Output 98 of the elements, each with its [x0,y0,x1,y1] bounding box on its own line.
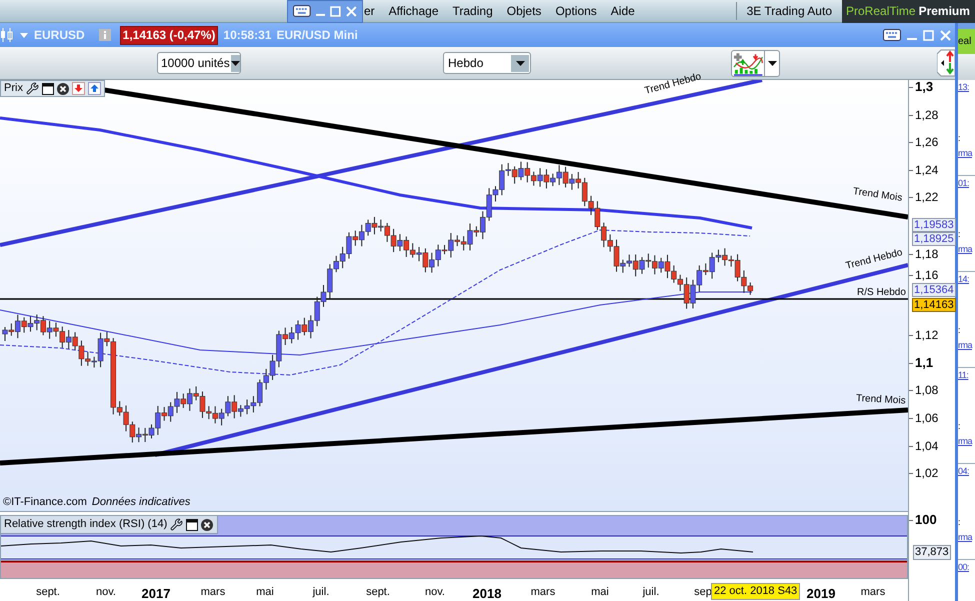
time-axis-label: juil. [642,585,660,600]
price-value-label: 1,15364 [912,283,956,297]
trend-line-label: Trend Mois [852,186,903,204]
rsi-axis-label: 100 [915,512,937,528]
price-axis-label: 1,02 [915,465,938,481]
time-axis-label: sep [694,585,712,600]
time-link[interactable]: 11: [958,369,975,382]
time-link[interactable]: 13: [958,81,975,94]
maximize-icon[interactable] [330,6,342,16]
price-axis-label: 1,06 [915,410,938,426]
panel-label: Relative strength index (RSI) (14) [4,517,168,532]
menu-item[interactable]: Aide [610,2,635,20]
time-link[interactable]: 14: [958,273,975,286]
time-axis-label: nov. [96,585,116,600]
price-axis-label: 1,28 [915,107,938,123]
time-axis-label: mars [530,585,556,600]
window-title: EUR/USD Mini [276,27,358,44]
price-axis-label: 1,12 [915,327,938,343]
panel-label: Prix [4,81,23,96]
caret-icon[interactable] [20,32,28,38]
menu-item[interactable]: Objets [506,2,542,20]
quote-badge: 1,14163 (-0,47%) [120,26,218,44]
time-axis-label: mai [591,585,609,600]
side-panel-header: eal [958,29,975,54]
caret-icon [230,60,240,66]
menu-item[interactable]: Affichage [388,2,438,20]
price-axis-label: 1,08 [915,382,938,398]
menu-item[interactable]: er [364,2,375,20]
settings-icon[interactable] [26,82,39,95]
indicator-button[interactable] [731,50,780,76]
entry-link[interactable]: rma [958,435,975,448]
price-axis-label: 1,16 [915,267,938,283]
caret-icon [768,60,777,66]
side-panel-toolbar [958,54,975,80]
side-panel-title-bar [958,23,975,29]
separator-text: : [958,228,962,241]
arrow-up-icon[interactable] [88,82,101,95]
info-icon[interactable] [98,29,111,41]
separator-text: : [958,132,962,145]
brand-name: ProRealTime [846,3,916,20]
menu-item[interactable]: Options [555,2,597,20]
period-dropdown[interactable]: Hebdo [443,52,531,74]
time-axis-label: nov. [425,585,445,600]
time-link[interactable]: 00: [958,561,975,574]
price-axis-label: 1,24 [915,162,938,178]
price-value-label: 1,14163 [912,298,956,312]
entry-link[interactable]: rma [958,339,975,352]
separator-text: : [958,516,962,529]
quote-time: 10:58:31 [223,27,272,44]
source-label: ©IT-Finance.com [3,494,87,510]
separator-text: : [958,420,962,433]
indicator-chart-icon [732,50,764,76]
price-axis-label: 1,04 [915,438,938,454]
keyboard-icon[interactable] [883,29,901,41]
trend-line-label: Trend Hebdo [644,71,702,97]
price-axis-label: 1,22 [915,189,938,205]
time-axis-label: 2017 [142,585,170,601]
settings-icon[interactable] [170,518,184,531]
caret-icon [516,60,524,66]
arrows-icon[interactable] [937,49,955,77]
time-axis-label: mai [256,585,274,600]
disclaimer-label: Données indicatives [92,494,190,510]
window-icon[interactable] [42,82,54,94]
price-value-label: 1,19583 [912,218,956,232]
price-axis-label: 1,26 [915,134,938,150]
separator-text: : [958,324,962,337]
time-axis-label: juil. [312,585,330,600]
price-axis-label: 1,3 [915,79,934,95]
workspace-button[interactable]: 3E Trading Auto [742,2,836,20]
rsi-value-label: 37,873 [913,545,951,560]
trend-line-label: Trend Hebdo [844,247,904,272]
menu-item[interactable]: Trading [452,2,493,20]
keyboard-icon[interactable] [293,5,311,17]
time-axis-label: mars [860,585,886,600]
candlestick-icon[interactable] [0,27,14,43]
price-axis-label: 1,1 [915,355,934,371]
time-axis-label: sept. [366,585,390,600]
time-axis-label: 2019 [806,585,836,601]
quantity-dropdown[interactable]: 10000 unités [157,52,241,74]
arrow-down-icon[interactable] [72,82,85,95]
close-icon[interactable] [201,518,214,530]
trend-line-label: Trend Mois [856,393,906,407]
entry-link[interactable]: rma [958,243,975,256]
window-icon[interactable] [186,518,198,530]
brand-edition: Premium [918,3,970,20]
time-link[interactable]: 01: [958,177,975,190]
price-axis-label: 1,18 [915,246,938,262]
time-axis-label: sept. [36,585,60,600]
maximize-icon[interactable] [923,30,934,40]
trend-line-label: R/S Hebdo [857,287,906,298]
close-icon[interactable] [56,82,69,94]
entry-link[interactable]: rma [958,531,975,544]
time-axis-label: 2018 [472,585,502,601]
entry-link[interactable]: rma [958,147,975,160]
time-link[interactable]: 04: [958,465,975,478]
time-axis-label: mars [200,585,226,600]
cursor-date-label: 22 oct. 2018 S43 [711,583,800,600]
price-value-label: 1,18925 [912,232,956,246]
